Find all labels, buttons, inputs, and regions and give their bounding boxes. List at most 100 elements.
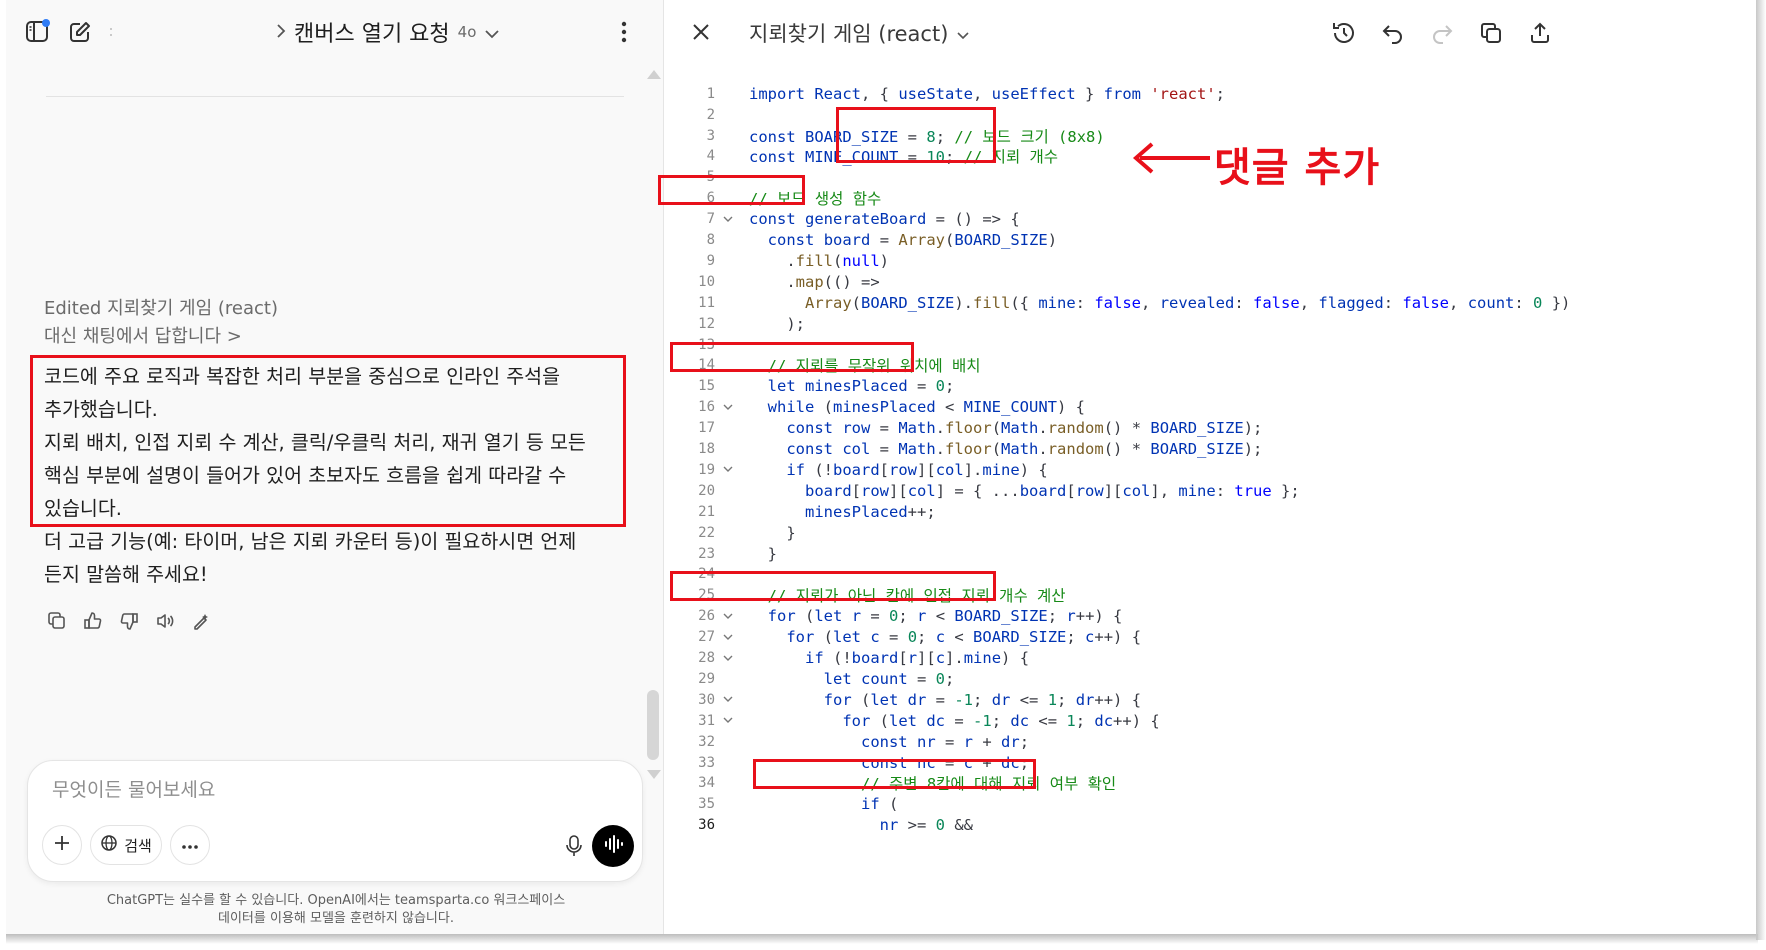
fold-chevron-icon[interactable] <box>721 714 735 728</box>
code-text: if (!board[r][c].mine) { <box>805 649 1030 668</box>
line-number: 34 <box>698 775 715 792</box>
thumbs-down-icon[interactable] <box>118 610 140 632</box>
message-line: 든지 말씀해 주세요! <box>44 563 208 586</box>
scroll-up-arrow[interactable] <box>647 70 661 79</box>
copy-icon[interactable] <box>1476 18 1506 48</box>
reply-in-chat-link[interactable]: 대신 채팅에서 답합니다 > <box>44 322 242 348</box>
line-number: 33 <box>698 754 715 771</box>
sidebar-toggle-icon[interactable] <box>24 18 52 46</box>
canvas-title-dropdown[interactable]: 지뢰찾기 게임 (react) <box>749 18 970 48</box>
app-window: 캔버스 열기 요청 4o Edited 지뢰찾기 게임 (react) 대신 채… <box>0 0 1766 950</box>
line-number: 16 <box>698 399 715 416</box>
redo-icon[interactable] <box>1427 18 1457 48</box>
annotation-label: 댓글 추가 <box>1214 145 1381 191</box>
code-text: for (let c = 0; c < BOARD_SIZE; c++) { <box>786 628 1142 647</box>
fold-chevron-icon[interactable] <box>721 630 735 644</box>
line-number: 10 <box>698 273 715 290</box>
highlight-box-comment <box>753 759 1036 789</box>
fold-chevron-icon[interactable] <box>721 609 735 623</box>
code-text: for (let dc = -1; dc <= 1; dc++) { <box>842 711 1160 730</box>
more-options-icon[interactable] <box>610 18 638 46</box>
line-number: 30 <box>698 691 715 708</box>
code-text: if ( <box>860 795 899 814</box>
add-attachment-button[interactable] <box>42 825 82 865</box>
fold-chevron-icon[interactable] <box>721 651 735 665</box>
edit-in-canvas-icon[interactable] <box>190 610 212 632</box>
code-text: } <box>749 544 777 563</box>
line-number: 17 <box>698 420 715 437</box>
ellipsis-icon <box>181 836 199 854</box>
highlight-box-comment <box>670 342 914 372</box>
code-text: for (let r = 0; r < BOARD_SIZE; r++) { <box>767 607 1123 626</box>
code-text: minesPlaced++; <box>805 502 936 521</box>
code-text: nr >= 0 && <box>879 816 973 835</box>
line-number: 20 <box>698 482 715 499</box>
disclaimer-line: 데이터를 이용해 모델을 훈련하지 않습니다. <box>218 911 454 926</box>
share-icon[interactable] <box>1525 18 1555 48</box>
line-number: 35 <box>698 796 715 813</box>
code-text: import React, { useState, useEffect } fr… <box>749 84 1226 103</box>
code-text: const nr = r + dr; <box>860 732 1030 751</box>
chat-panel: 캔버스 열기 요청 4o Edited 지뢰찾기 게임 (react) 대신 채… <box>6 0 664 934</box>
line-number: 15 <box>698 378 715 395</box>
line-number: 26 <box>698 608 715 625</box>
fold-chevron-icon[interactable] <box>721 463 735 477</box>
line-number: 21 <box>698 503 715 520</box>
line-number: 22 <box>698 524 715 541</box>
code-line[interactable]: 36 nr >= 0 && <box>665 814 1756 838</box>
line-number: 1 <box>706 85 715 102</box>
undo-icon[interactable] <box>1378 18 1408 48</box>
scrollbar-thumb[interactable] <box>647 690 659 760</box>
history-icon[interactable] <box>1329 18 1359 48</box>
copy-icon[interactable] <box>46 610 68 632</box>
code-text: ); <box>749 314 805 333</box>
chat-title-dropdown[interactable]: 캔버스 열기 요청 4o <box>276 16 500 48</box>
code-text: const board = Array(BOARD_SIZE) <box>767 231 1058 250</box>
read-aloud-icon[interactable] <box>154 610 176 632</box>
search-label: 검색 <box>124 836 152 855</box>
fold-chevron-icon[interactable] <box>721 212 735 226</box>
fold-chevron-icon[interactable] <box>721 400 735 414</box>
scroll-down-arrow[interactable] <box>647 770 661 779</box>
fold-chevron-icon[interactable] <box>721 693 735 707</box>
line-number: 19 <box>698 461 715 478</box>
composer: 검색 <box>27 760 643 882</box>
line-number: 2 <box>706 106 715 123</box>
more-tools-button[interactable] <box>170 825 210 865</box>
line-number: 7 <box>706 211 715 228</box>
thumbs-up-icon[interactable] <box>82 610 104 632</box>
highlight-box-comment <box>658 175 805 205</box>
line-number: 11 <box>698 294 715 311</box>
new-chat-icon[interactable] <box>66 18 94 46</box>
line-number: 18 <box>698 441 715 458</box>
code-text: const col = Math.floor(Math.random() * B… <box>786 440 1263 459</box>
line-number: 9 <box>706 252 715 269</box>
search-button[interactable]: 검색 <box>90 825 162 865</box>
code-text: .fill(null) <box>749 251 890 270</box>
chat-title: 캔버스 열기 요청 <box>294 22 450 47</box>
drag-dots-icon <box>106 18 116 46</box>
line-number: 32 <box>698 733 715 750</box>
message-divider <box>46 96 624 97</box>
edited-notice: Edited 지뢰찾기 게임 (react) <box>44 298 278 319</box>
annotation-arrow-icon <box>1132 142 1210 174</box>
code-text: if (!board[row][col].mine) { <box>786 460 1048 479</box>
line-number: 31 <box>698 712 715 729</box>
microphone-icon[interactable] <box>563 835 585 857</box>
code-text: let minesPlaced = 0; <box>767 377 955 396</box>
chat-header: 캔버스 열기 요청 4o <box>6 0 663 64</box>
code-text: for (let dr = -1; dr <= 1; dr++) { <box>823 690 1142 709</box>
waveform-icon <box>603 835 623 857</box>
code-text: } <box>749 523 796 542</box>
plus-icon <box>53 834 71 856</box>
chevron-down-icon <box>484 20 500 45</box>
canvas-title: 지뢰찾기 게임 (react) <box>749 22 949 46</box>
line-number: 12 <box>698 315 715 332</box>
chevron-right-icon <box>276 20 286 45</box>
message-input[interactable] <box>52 779 572 801</box>
close-icon[interactable] <box>687 18 715 46</box>
code-text: const generateBoard = () => { <box>749 210 1020 229</box>
line-number: 8 <box>706 232 715 249</box>
voice-mode-button[interactable] <box>592 825 634 867</box>
code-text: while (minesPlaced < MINE_COUNT) { <box>767 398 1085 417</box>
